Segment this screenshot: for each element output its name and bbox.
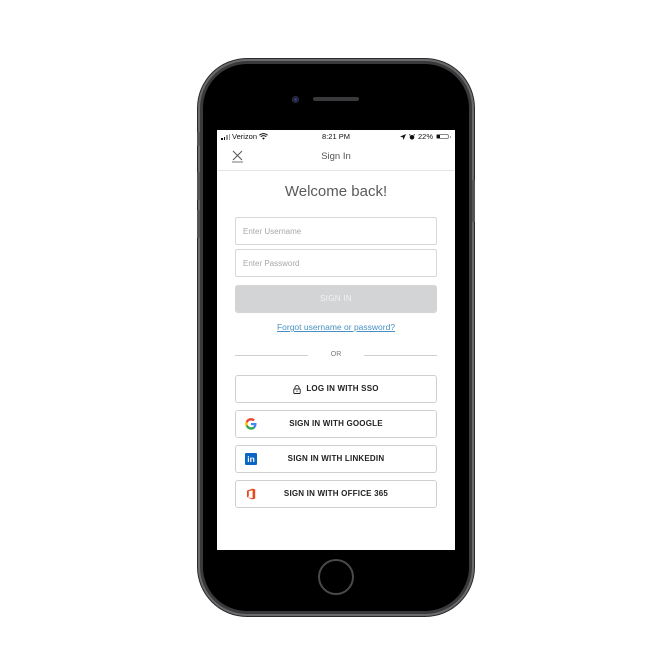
linkedin-signin-button[interactable]: in SIGN IN WITH LINKEDIN bbox=[235, 445, 437, 473]
status-bar: Verizon 8:21 PM 22% bbox=[217, 130, 455, 143]
divider-line-right bbox=[364, 355, 437, 356]
alarm-icon bbox=[408, 133, 415, 140]
power-button bbox=[472, 180, 475, 222]
username-input[interactable] bbox=[235, 217, 437, 245]
linkedin-label: SIGN IN WITH LINKEDIN bbox=[287, 454, 385, 463]
volume-down-button bbox=[197, 210, 200, 238]
password-input[interactable] bbox=[235, 249, 437, 277]
nav-bar: Sign In bbox=[217, 143, 455, 171]
nav-title: Sign In bbox=[321, 151, 351, 162]
lock-icon bbox=[293, 384, 301, 394]
page-heading: Welcome back! bbox=[284, 183, 388, 200]
sso-label: LOG IN WITH SSO bbox=[306, 384, 379, 393]
mute-switch bbox=[197, 132, 200, 146]
front-camera bbox=[292, 96, 299, 103]
office365-signin-button[interactable]: SIGN IN WITH OFFICE 365 bbox=[235, 480, 437, 508]
sso-login-button[interactable]: LOG IN WITH SSO bbox=[235, 375, 437, 403]
earpiece-speaker bbox=[313, 97, 359, 101]
home-button[interactable] bbox=[318, 559, 354, 595]
battery-icon bbox=[436, 134, 451, 139]
office365-label: SIGN IN WITH OFFICE 365 bbox=[283, 489, 389, 498]
volume-up-button bbox=[197, 172, 200, 200]
battery-percent: 22% bbox=[417, 132, 433, 141]
location-icon bbox=[399, 133, 406, 140]
forgot-password-link[interactable]: Forgot username or password? bbox=[217, 322, 455, 332]
or-divider: OR bbox=[235, 350, 437, 360]
phone-frame: Verizon 8:21 PM 22% Sign In Welcome back… bbox=[197, 64, 475, 611]
google-signin-button[interactable]: SIGN IN WITH GOOGLE bbox=[235, 410, 437, 438]
app-screen: Verizon 8:21 PM 22% Sign In Welcome back… bbox=[217, 130, 455, 550]
google-label: SIGN IN WITH GOOGLE bbox=[289, 419, 383, 428]
sign-in-button[interactable]: SIGN IN bbox=[235, 285, 437, 313]
